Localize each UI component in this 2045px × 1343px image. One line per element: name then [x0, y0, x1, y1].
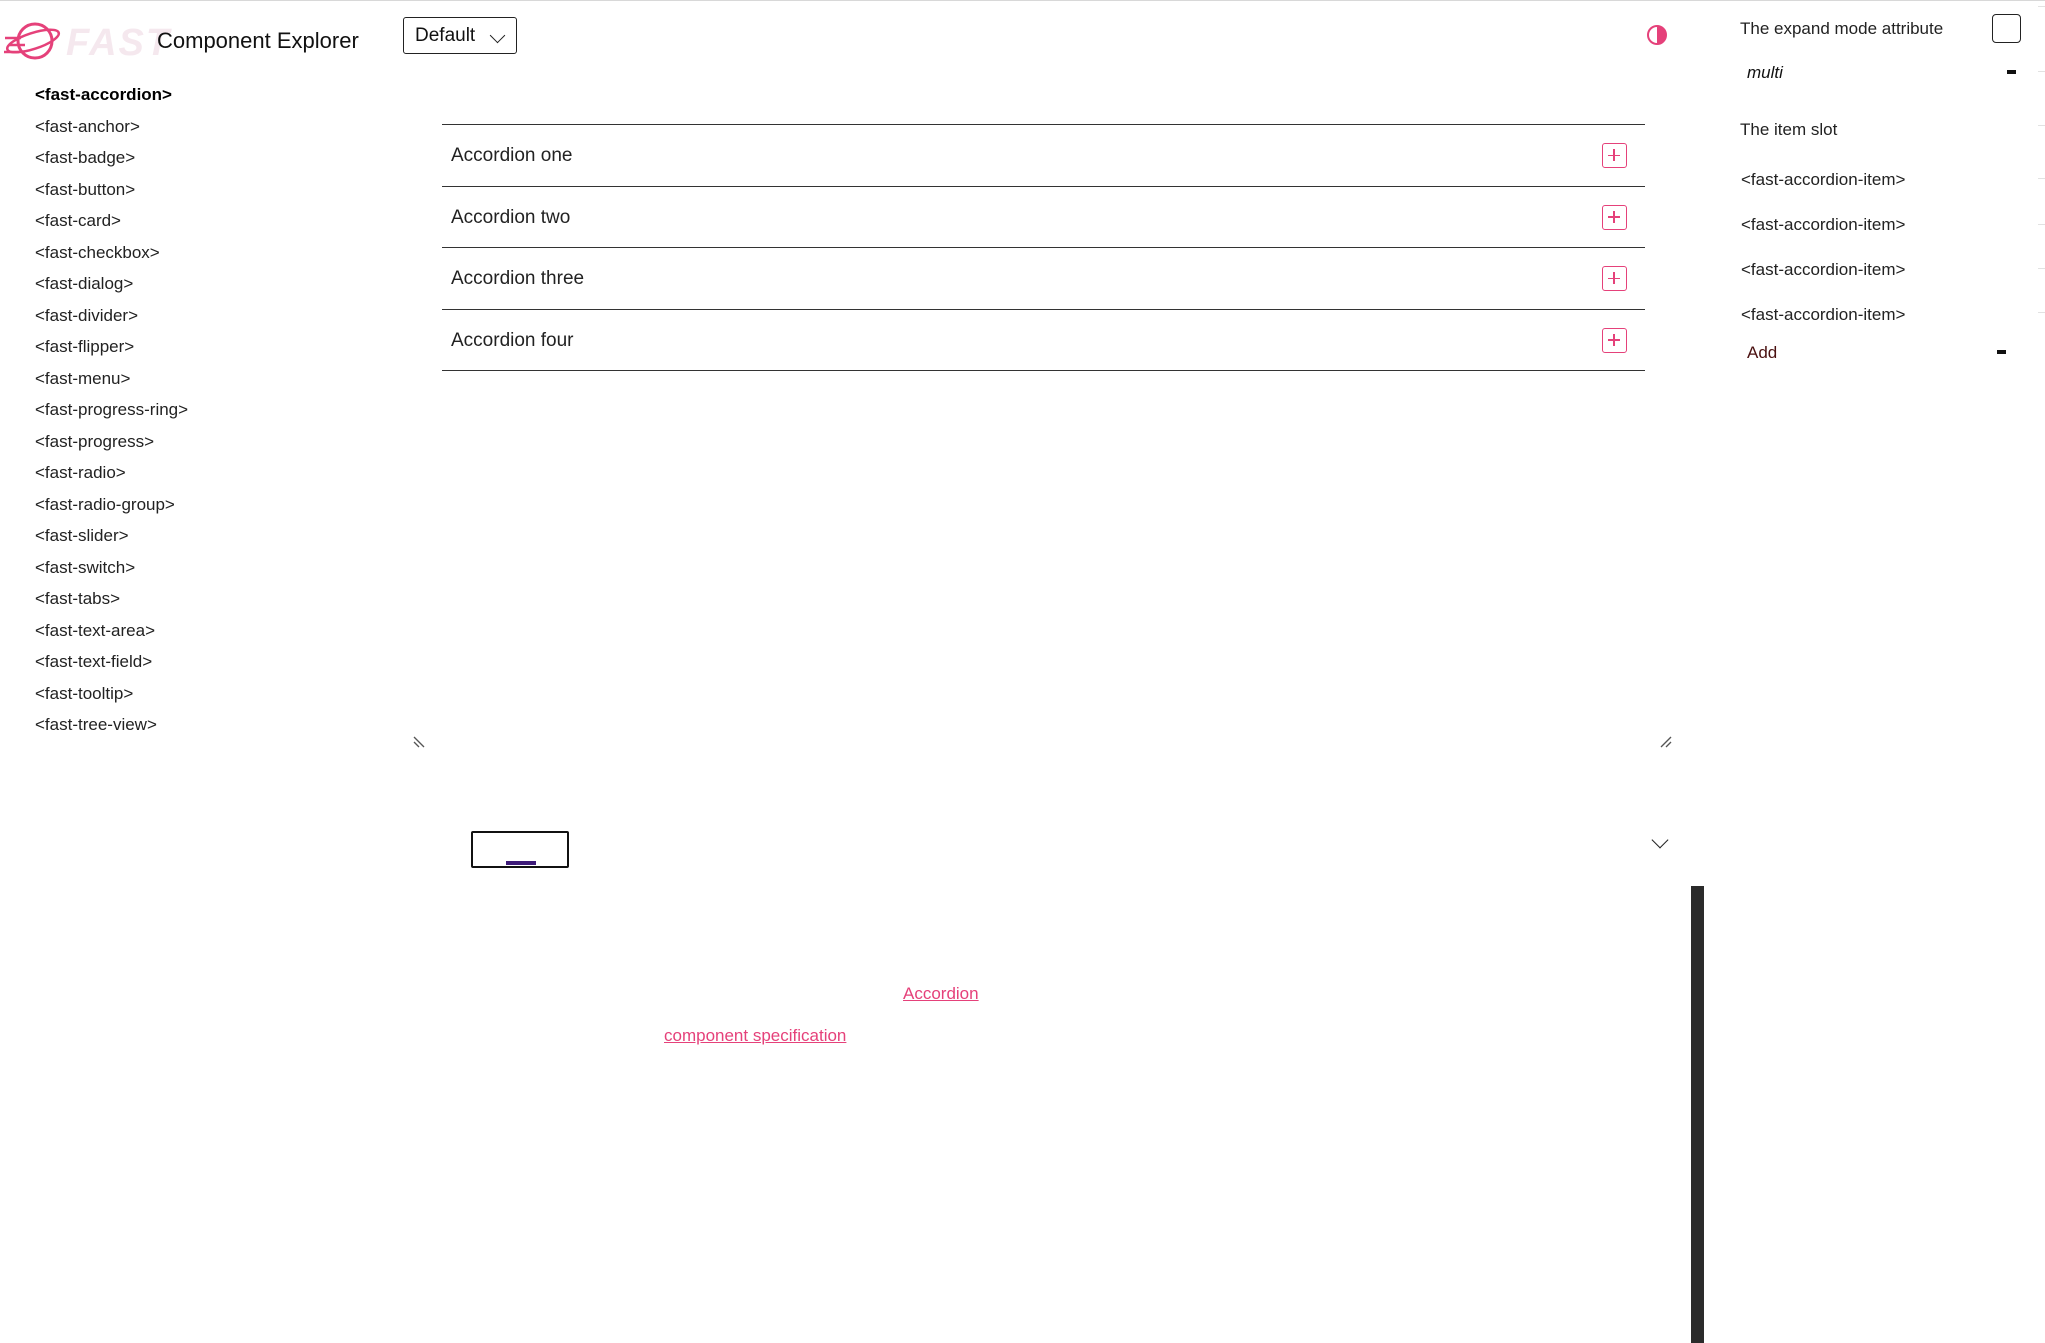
accordion-item[interactable]: Accordion three: [442, 248, 1645, 310]
accordion-item[interactable]: Accordion two: [442, 187, 1645, 248]
fast-logo-icon: [4, 22, 61, 60]
scrollbar[interactable]: [1691, 886, 1704, 1343]
nav-item-divider[interactable]: <fast-divider>: [35, 303, 365, 335]
logo-text: FAST: [66, 22, 172, 64]
nav-item-text-area[interactable]: <fast-text-area>: [35, 618, 365, 650]
nav-item-radio-group[interactable]: <fast-radio-group>: [35, 492, 365, 524]
accordion-preview: Accordion one Accordion two Accordion th…: [442, 124, 1645, 371]
resize-handle-icon[interactable]: [1658, 734, 1672, 748]
expand-mode-checkbox[interactable]: [1992, 14, 2021, 43]
accordion-item[interactable]: Accordion four: [442, 310, 1645, 371]
panel-edge: [2035, 0, 2045, 320]
theme-toggle-icon[interactable]: [1647, 25, 1667, 45]
accordion-item[interactable]: Accordion one: [442, 125, 1645, 187]
remove-icon[interactable]: [2007, 70, 2016, 74]
nav-item-badge[interactable]: <fast-badge>: [35, 145, 365, 177]
resize-handle-icon[interactable]: [413, 734, 427, 748]
app-title: Component Explorer: [157, 28, 359, 53]
nav-item-tree-view[interactable]: <fast-tree-view>: [35, 712, 365, 744]
accordion-heading: Accordion one: [451, 145, 573, 166]
slot-item[interactable]: <fast-accordion-item>: [1741, 170, 1905, 190]
accordion-heading: Accordion four: [451, 329, 574, 351]
nav-item-progress[interactable]: <fast-progress>: [35, 429, 365, 461]
accordion-link[interactable]: Accordion: [903, 984, 979, 1004]
nav-item-checkbox[interactable]: <fast-checkbox>: [35, 240, 365, 272]
remove-icon[interactable]: [1997, 350, 2006, 354]
design-system-select[interactable]: Default: [403, 17, 517, 54]
slot-item[interactable]: <fast-accordion-item>: [1741, 260, 1905, 280]
nav-item-button[interactable]: <fast-button>: [35, 177, 365, 209]
nav-item-menu[interactable]: <fast-menu>: [35, 366, 365, 398]
slot-item[interactable]: <fast-accordion-item>: [1741, 305, 1905, 325]
component-specification-link[interactable]: component specification: [664, 1026, 846, 1046]
add-icon[interactable]: [1602, 143, 1627, 168]
nav-item-tooltip[interactable]: <fast-tooltip>: [35, 681, 365, 713]
accordion-heading: Accordion two: [451, 206, 571, 228]
active-indicator: [506, 861, 536, 865]
chevron-down-icon: [489, 27, 506, 44]
add-icon[interactable]: [1602, 327, 1627, 353]
nav-item-text-field[interactable]: <fast-text-field>: [35, 649, 365, 681]
nav-item-flipper[interactable]: <fast-flipper>: [35, 334, 365, 366]
nav-item-progress-ring[interactable]: <fast-progress-ring>: [35, 397, 365, 429]
nav-item-dialog[interactable]: <fast-dialog>: [35, 271, 365, 303]
expand-mode-label: The expand mode attribute: [1740, 19, 1944, 38]
nav-item-accordion[interactable]: <fast-accordion>: [35, 82, 365, 114]
tab-control[interactable]: [471, 831, 569, 868]
add-icon[interactable]: [1602, 266, 1627, 291]
nav-item-slider[interactable]: <fast-slider>: [35, 523, 365, 555]
nav-item-tabs[interactable]: <fast-tabs>: [35, 586, 365, 618]
component-nav: <fast-accordion> <fast-anchor> <fast-bad…: [35, 82, 365, 744]
slot-item[interactable]: <fast-accordion-item>: [1741, 215, 1905, 235]
nav-item-card[interactable]: <fast-card>: [35, 208, 365, 240]
nav-item-radio[interactable]: <fast-radio>: [35, 460, 365, 492]
nav-item-switch[interactable]: <fast-switch>: [35, 555, 365, 587]
item-slot-label: The item slot: [1740, 120, 1838, 139]
chevron-down-icon[interactable]: [1651, 831, 1669, 849]
expand-mode-value[interactable]: multi: [1747, 63, 1783, 83]
top-border: [0, 0, 2045, 5]
add-icon[interactable]: [1602, 204, 1627, 230]
add-slot-item-button[interactable]: Add: [1747, 343, 1777, 363]
nav-item-anchor[interactable]: <fast-anchor>: [35, 114, 365, 146]
accordion-heading: Accordion three: [451, 268, 585, 289]
design-select-value: Default: [415, 25, 476, 46]
